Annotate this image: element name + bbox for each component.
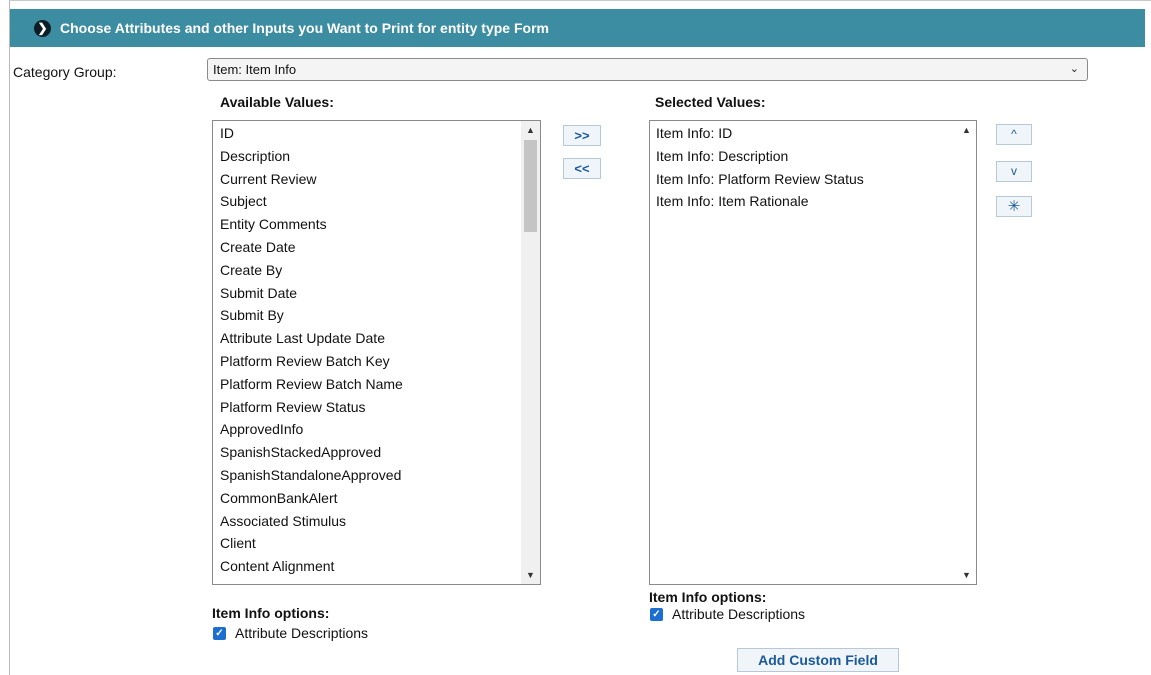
left-options-title: Item Info options: — [212, 605, 330, 621]
list-item[interactable]: SpanishStackedApproved — [220, 441, 540, 464]
list-item[interactable]: Subject — [220, 190, 540, 213]
available-values-title: Available Values: — [220, 94, 334, 110]
chevron-down-icon: ⌄ — [1069, 63, 1079, 75]
category-group-value: Item: Item Info — [213, 62, 297, 77]
available-scrollbar[interactable]: ▲ ▼ — [521, 121, 540, 584]
scroll-up-icon[interactable]: ▲ — [957, 121, 976, 139]
list-item[interactable]: Submit Date — [220, 282, 540, 305]
selected-values-list[interactable]: Item Info: ID Item Info: Description Item … — [649, 120, 977, 585]
list-item[interactable]: Item Info: Platform Review Status — [656, 168, 976, 191]
selected-values-title: Selected Values: — [655, 94, 766, 110]
list-item[interactable]: Submit By — [220, 304, 540, 327]
move-up-button[interactable]: ^ — [996, 124, 1032, 145]
remove-from-selected-button[interactable]: << — [563, 158, 601, 179]
list-item[interactable]: Associated Stimulus — [220, 510, 540, 533]
list-item[interactable]: Platform Review Status — [220, 396, 540, 419]
list-item[interactable]: Current Review — [220, 168, 540, 191]
scroll-up-icon[interactable]: ▲ — [521, 121, 540, 139]
frame-border-left — [9, 0, 10, 675]
section-header[interactable]: ❯ Choose Attributes and other Inputs you… — [10, 9, 1145, 47]
list-item[interactable]: ApprovedInfo — [220, 418, 540, 441]
add-custom-field-button[interactable]: Add Custom Field — [737, 648, 899, 672]
category-group-select[interactable]: Item: Item Info ⌄ — [207, 58, 1088, 81]
checkbox-checked-icon[interactable]: ✓ — [213, 626, 226, 640]
right-checkbox-label: Attribute Descriptions — [672, 606, 806, 622]
list-item[interactable]: ID — [220, 122, 540, 145]
list-item[interactable]: Client — [220, 532, 540, 555]
scroll-down-icon[interactable]: ▼ — [957, 566, 976, 584]
left-checkbox-label: Attribute Descriptions — [235, 625, 369, 641]
left-attribute-descriptions-option[interactable]: ✓ Attribute Descriptions — [213, 625, 368, 641]
reset-order-button[interactable]: ✳ — [996, 196, 1032, 217]
frame-border-top — [9, 0, 1151, 1]
list-item[interactable]: Platform Review Batch Key — [220, 350, 540, 373]
chevron-right-circle-icon[interactable]: ❯ — [34, 19, 51, 37]
right-attribute-descriptions-option[interactable]: ✓ Attribute Descriptions — [650, 606, 805, 622]
section-title: Choose Attributes and other Inputs you W… — [60, 20, 549, 36]
list-item[interactable]: Item Info: ID — [656, 122, 976, 145]
move-down-button[interactable]: v — [996, 161, 1032, 182]
selected-scrollbar[interactable]: ▲ ▼ — [957, 121, 976, 584]
list-item[interactable]: Attribute Last Update Date — [220, 327, 540, 350]
add-to-selected-button[interactable]: >> — [563, 125, 601, 146]
list-item[interactable]: Platform Review Batch Name — [220, 373, 540, 396]
list-item[interactable]: Item Info: Description — [656, 145, 976, 168]
list-item[interactable]: Content Alignment — [220, 555, 540, 578]
list-item[interactable]: SpanishStandaloneApproved — [220, 464, 540, 487]
available-values-list[interactable]: ID Description Current Review Subject Entity… — [212, 120, 541, 585]
scroll-down-icon[interactable]: ▼ — [521, 566, 540, 584]
list-item[interactable]: Item Info: Item Rationale — [656, 190, 976, 213]
list-item[interactable]: Entity Comments — [220, 213, 540, 236]
list-item[interactable]: Create Date — [220, 236, 540, 259]
list-item[interactable]: Create By — [220, 259, 540, 282]
checkbox-checked-icon[interactable]: ✓ — [650, 607, 663, 621]
list-item[interactable]: Description — [220, 145, 540, 168]
right-options-title: Item Info options: — [649, 589, 767, 605]
category-group-label: Category Group: — [13, 64, 117, 80]
scrollbar-thumb[interactable] — [524, 140, 537, 232]
list-item[interactable]: CommonBankAlert — [220, 487, 540, 510]
